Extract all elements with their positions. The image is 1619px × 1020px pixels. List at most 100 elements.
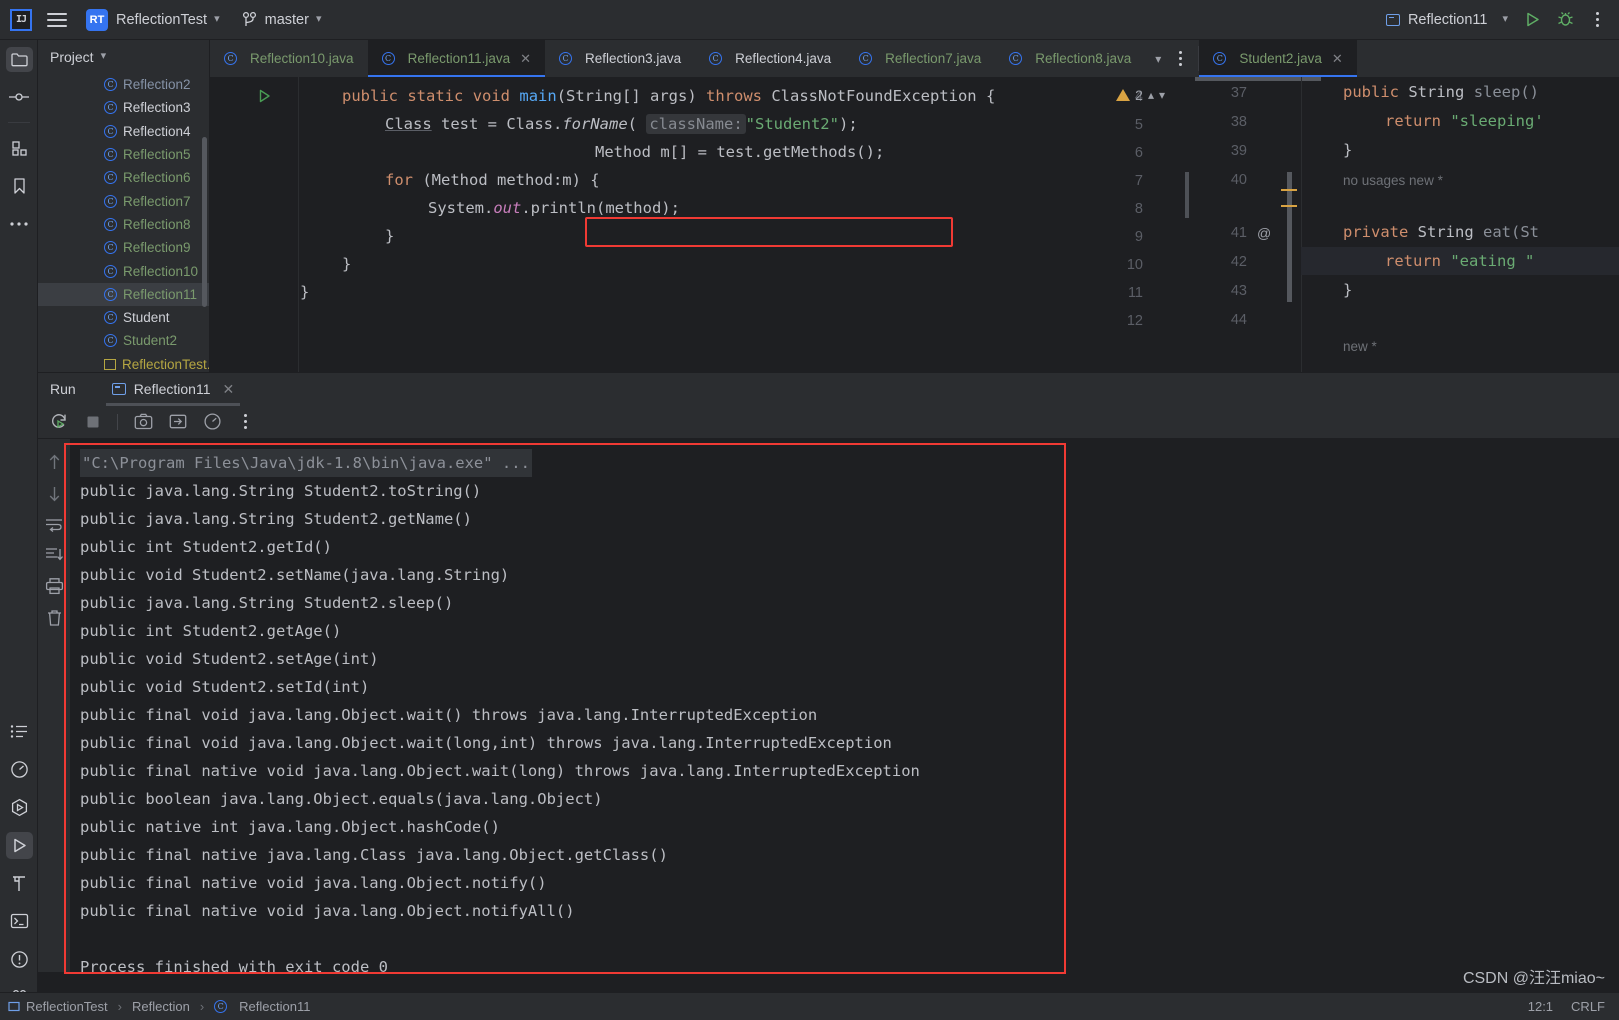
sidebar-item-terminal[interactable]: [0, 902, 38, 940]
sidebar-item-project[interactable]: [0, 40, 38, 78]
tree-item-reflection5[interactable]: C Reflection5: [38, 143, 209, 166]
profile-icon[interactable]: [203, 412, 222, 431]
branch-selector[interactable]: master ▾: [220, 11, 321, 28]
error-stripe-marker[interactable]: [1287, 172, 1292, 302]
sidebar-item-run[interactable]: [0, 826, 38, 864]
screenshot-icon[interactable]: [134, 413, 153, 430]
scroll-to-end-icon[interactable]: [45, 547, 63, 563]
project-panel-header[interactable]: Project ▾: [38, 40, 209, 73]
breadcrumb[interactable]: ReflectionTest › Reflection › C Reflecti…: [8, 999, 310, 1014]
breadcrumb-class[interactable]: Reflection11: [239, 999, 310, 1014]
sidebar-item-services[interactable]: [0, 788, 38, 826]
chevron-up-icon[interactable]: ▴: [1148, 88, 1154, 102]
line-separator-label[interactable]: CRLF: [1571, 999, 1605, 1014]
close-icon[interactable]: ✕: [1332, 51, 1343, 67]
stop-icon[interactable]: [85, 414, 101, 430]
run-tab-reflection11[interactable]: Reflection11 ✕: [98, 373, 249, 406]
run-gutter-icon[interactable]: [258, 89, 271, 103]
warning-stripe-marker[interactable]: [1281, 205, 1297, 207]
code-line-4[interactable]: public static void main(String[] args) t…: [342, 87, 995, 105]
tree-item-reflection7[interactable]: C Reflection7: [38, 189, 209, 212]
tree-item-reflection8[interactable]: C Reflection8: [38, 213, 209, 236]
soft-wrap-icon[interactable]: [45, 517, 63, 533]
tree-item-label: Reflection5: [123, 147, 191, 163]
inspection-warning-badge[interactable]: 2 ▴ ▾: [1116, 87, 1165, 103]
project-selector[interactable]: RT ReflectionTest ▾: [86, 8, 220, 31]
scroll-down-icon[interactable]: [47, 485, 62, 503]
breadcrumb-package[interactable]: Reflection: [132, 999, 190, 1014]
line-number: 43: [1230, 283, 1247, 299]
chevron-down-icon[interactable]: ▾: [1155, 52, 1161, 66]
rerun-icon[interactable]: [50, 412, 69, 431]
print-icon[interactable]: [45, 577, 64, 595]
tree-item-reflection3[interactable]: C Reflection3: [38, 96, 209, 119]
project-tree-scrollbar[interactable]: [202, 137, 207, 307]
sidebar-item-profiler[interactable]: [0, 750, 38, 788]
sidebar-item-structure[interactable]: [0, 129, 38, 167]
editor-tab-reflection11-java[interactable]: C Reflection11.java ✕: [367, 40, 546, 77]
hamburger-icon[interactable]: [44, 7, 70, 33]
code-line-7[interactable]: for (Method method:m) {: [385, 171, 600, 189]
commit-icon: [8, 90, 30, 104]
editor-top-scrollbar[interactable]: [1195, 77, 1321, 81]
more-icon[interactable]: [1173, 49, 1188, 68]
clear-all-icon[interactable]: [46, 609, 63, 627]
tree-item-reflection2[interactable]: C Reflection2: [38, 73, 209, 96]
code-line-9[interactable]: }: [385, 227, 394, 245]
tree-item-student2[interactable]: C Student2: [38, 329, 209, 352]
editor-tab-reflection8-java[interactable]: C Reflection8.java: [995, 40, 1145, 77]
sidebar-item-todo[interactable]: [0, 712, 38, 750]
scroll-up-icon[interactable]: [47, 453, 62, 471]
todo-list-icon: [10, 724, 28, 739]
code-line-8[interactable]: System.out.println(method);: [428, 199, 680, 217]
sidebar-item-problems[interactable]: [0, 940, 38, 978]
chevron-down-icon[interactable]: ▾: [1159, 88, 1165, 102]
code-editor-reflection11[interactable]: 4 5 6 7 8 9 10 11 12 public static void …: [210, 77, 1195, 372]
tree-item-reflection6[interactable]: C Reflection6: [38, 166, 209, 189]
code-line-41[interactable]: private String eat(St: [1343, 223, 1539, 241]
sidebar-item-more[interactable]: [0, 205, 38, 243]
sidebar-item-commit[interactable]: [0, 78, 38, 116]
code-line-5[interactable]: Class test = Class.forName( className: "S…: [385, 114, 858, 134]
code-line-42[interactable]: return "eating ": [1385, 252, 1534, 270]
editor-tab-reflection7-java[interactable]: C Reflection7.java: [845, 40, 995, 77]
tree-item-student[interactable]: C Student: [38, 306, 209, 329]
sidebar-item-build[interactable]: [0, 864, 38, 902]
tree-item-reflection11[interactable]: C Reflection11: [38, 282, 209, 306]
run-configuration-selector[interactable]: Reflection11 ▾: [1385, 12, 1508, 28]
code-line-39[interactable]: }: [1343, 141, 1352, 159]
code-line-43[interactable]: }: [1343, 281, 1352, 299]
project-tree[interactable]: C Reflection2 C Reflection3 C Reflection4 C Ref…: [38, 73, 209, 372]
editor-tab-reflection10-java[interactable]: C Reflection10.java: [210, 40, 368, 77]
breadcrumb-project[interactable]: ReflectionTest: [26, 999, 108, 1014]
editor-tab-reflection3-java[interactable]: C Reflection3.java: [545, 40, 695, 77]
close-icon[interactable]: ✕: [222, 381, 234, 398]
code-editor-student2[interactable]: 37 38 39 40 41 42 43 44 @ public String …: [1195, 77, 1619, 372]
console-output[interactable]: "C:\Program Files\Java\jdk-1.8\bin\java.…: [70, 439, 1619, 972]
code-line-6[interactable]: Method m[] = test.getMethods();: [595, 143, 884, 161]
close-icon[interactable]: ✕: [520, 51, 531, 67]
line-number: 37: [1230, 85, 1247, 101]
run-icon[interactable]: [1524, 11, 1541, 28]
tree-item-reflection4[interactable]: C Reflection4: [38, 120, 209, 143]
editor-scrollbar[interactable]: [1185, 172, 1189, 218]
editor-gutter[interactable]: [210, 77, 298, 372]
tree-item-reflection10[interactable]: C Reflection10: [38, 259, 209, 282]
tree-item-reflection9[interactable]: C Reflection9: [38, 236, 209, 259]
code-line-11[interactable]: }: [300, 283, 309, 301]
more-icon[interactable]: [1590, 10, 1605, 29]
editor-tab-student2-java[interactable]: C Student2.java ✕: [1199, 40, 1358, 77]
annotation-gutter-icon[interactable]: @: [1257, 225, 1271, 241]
caret-position-label[interactable]: 12:1: [1528, 999, 1553, 1014]
code-line-10[interactable]: }: [342, 255, 351, 273]
more-icon[interactable]: [238, 412, 253, 431]
sidebar-item-bookmarks[interactable]: [0, 167, 38, 205]
debug-icon[interactable]: [1557, 11, 1574, 28]
editor-tab-reflection4-java[interactable]: C Reflection4.java: [695, 40, 845, 77]
code-line-37[interactable]: public String sleep(): [1343, 83, 1539, 101]
tree-item-reflectiontest-iml[interactable]: ReflectionTest.iml: [38, 353, 209, 372]
warning-stripe-marker[interactable]: [1281, 189, 1297, 191]
code-line-38[interactable]: return "sleeping': [1385, 112, 1544, 130]
java-class-icon: C: [559, 52, 573, 65]
export-icon[interactable]: [169, 413, 187, 430]
